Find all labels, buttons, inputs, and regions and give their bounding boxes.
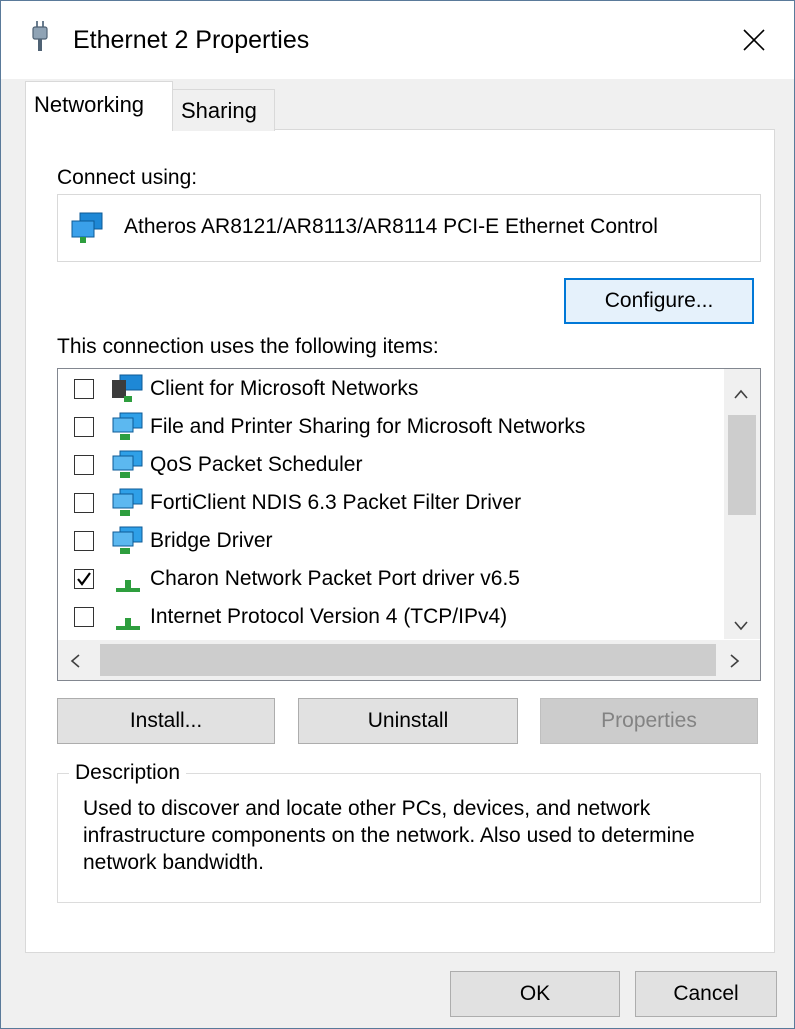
list-item[interactable]: Client for Microsoft Networks — [58, 371, 718, 407]
horizontal-scroll-thumb[interactable] — [100, 644, 716, 676]
adapter-field: Atheros AR8121/AR8113/AR8114 PCI-E Ether… — [57, 194, 761, 262]
properties-dialog: Ethernet 2 Properties Networking Sharing… — [0, 0, 795, 1029]
list-item[interactable]: File and Printer Sharing for Microsoft N… — [58, 409, 718, 445]
item-label: Charon Network Packet Port driver v6.5 — [150, 567, 520, 590]
window-title: Ethernet 2 Properties — [73, 26, 310, 54]
network-service-icon — [110, 450, 146, 480]
install-button[interactable]: Install... — [57, 698, 275, 744]
item-checkbox[interactable] — [74, 493, 94, 513]
item-label: FortiClient NDIS 6.3 Packet Filter Drive… — [150, 491, 522, 514]
title-bar: Ethernet 2 Properties — [1, 1, 794, 79]
list-item[interactable]: Charon Network Packet Port driver v6.5 — [58, 561, 718, 597]
scroll-down-icon[interactable] — [734, 615, 748, 636]
protocol-icon — [110, 564, 146, 594]
item-checkbox[interactable] — [74, 455, 94, 475]
item-checkbox[interactable] — [74, 379, 94, 399]
connect-using-label: Connect using: — [57, 166, 198, 189]
list-item[interactable]: FortiClient NDIS 6.3 Packet Filter Drive… — [58, 485, 718, 521]
cancel-button[interactable]: Cancel — [635, 971, 777, 1017]
description-text: Used to discover and locate other PCs, d… — [83, 797, 695, 874]
list-item[interactable]: QoS Packet Scheduler — [58, 447, 718, 483]
tab-networking[interactable]: Networking — [25, 81, 173, 131]
scroll-up-icon[interactable] — [734, 383, 748, 404]
configure-button[interactable]: Configure... — [564, 278, 754, 324]
items-label: This connection uses the following items… — [57, 335, 439, 358]
item-label: QoS Packet Scheduler — [150, 453, 363, 476]
adapter-name: Atheros AR8121/AR8113/AR8114 PCI-E Ether… — [124, 215, 658, 238]
list-item[interactable]: Internet Protocol Version 4 (TCP/IPv4) — [58, 599, 718, 635]
item-label: Internet Protocol Version 4 (TCP/IPv4) — [150, 605, 508, 628]
close-icon — [743, 29, 765, 51]
tab-sharing[interactable]: Sharing — [173, 89, 275, 131]
description-legend: Description — [69, 761, 187, 785]
network-adapter-icon — [71, 212, 103, 243]
network-client-icon — [110, 374, 146, 404]
scroll-right-icon[interactable] — [730, 652, 740, 673]
ok-button[interactable]: OK — [450, 971, 620, 1017]
close-button[interactable] — [714, 1, 794, 79]
item-checkbox[interactable] — [74, 417, 94, 437]
network-service-icon — [110, 526, 146, 556]
ethernet-plug-icon — [32, 21, 48, 51]
item-label: File and Printer Sharing for Microsoft N… — [150, 415, 586, 438]
network-service-icon — [110, 412, 146, 442]
horizontal-scrollbar[interactable] — [58, 640, 760, 680]
item-checkbox[interactable] — [74, 607, 94, 627]
items-listbox[interactable]: Client for Microsoft Networks File and Pr… — [57, 368, 761, 681]
item-checkbox[interactable] — [74, 531, 94, 551]
checkmark-icon — [77, 572, 91, 586]
item-checkbox[interactable] — [74, 569, 94, 589]
protocol-icon — [110, 602, 146, 632]
properties-button: Properties — [540, 698, 758, 744]
vertical-scrollbar[interactable] — [724, 369, 760, 639]
list-item[interactable]: Bridge Driver — [58, 523, 718, 559]
vertical-scroll-thumb[interactable] — [728, 415, 756, 515]
scroll-left-icon[interactable] — [70, 652, 80, 673]
network-service-icon — [110, 488, 146, 518]
item-label: Client for Microsoft Networks — [150, 377, 419, 400]
item-label: Bridge Driver — [150, 529, 273, 552]
uninstall-button[interactable]: Uninstall — [298, 698, 518, 744]
